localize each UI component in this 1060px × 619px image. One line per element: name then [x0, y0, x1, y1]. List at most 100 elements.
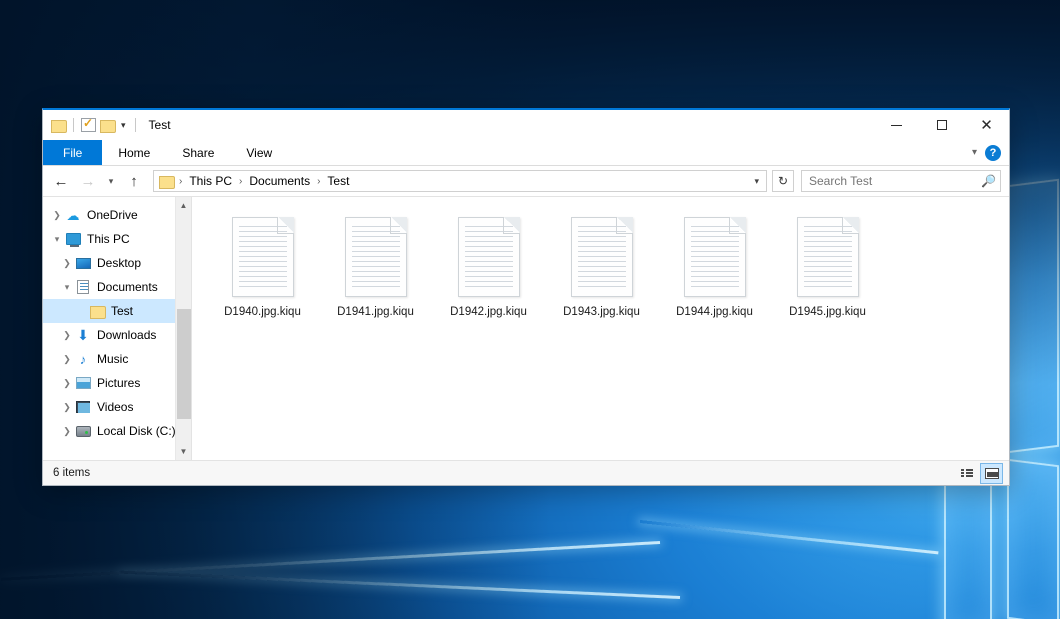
navigation-scrollbar[interactable]: ▲ ▼ — [175, 197, 191, 460]
refresh-button[interactable]: ↻ — [772, 170, 794, 192]
forward-button: → — [76, 169, 100, 193]
sidebar-item-videos[interactable]: ❯ Videos — [43, 395, 191, 419]
file-name-label: D1943.jpg.kiqu — [560, 305, 643, 319]
sidebar-item-onedrive[interactable]: ❯ ☁ OneDrive — [43, 203, 191, 227]
search-box[interactable]: 🔍 — [801, 170, 1001, 192]
sidebar-item-label: Documents — [97, 280, 158, 294]
search-icon[interactable]: 🔍 — [981, 174, 996, 188]
chevron-right-icon[interactable]: ❯ — [49, 210, 65, 221]
back-button[interactable]: ← — [49, 169, 73, 193]
chevron-right-icon[interactable]: ❯ — [59, 402, 75, 413]
item-count-label: 6 items — [53, 467, 90, 479]
file-item[interactable]: D1941.jpg.kiqu — [319, 211, 432, 329]
tab-share[interactable]: Share — [166, 140, 230, 165]
chevron-right-icon[interactable]: ❯ — [59, 330, 75, 341]
navigation-pane: ❯ ☁ OneDrive ▾ This PC ❯ Desktop — [43, 197, 191, 460]
this-pc-icon — [65, 231, 81, 247]
recent-locations-button[interactable]: ▾ — [103, 169, 119, 193]
scrollbar-track[interactable] — [176, 214, 192, 443]
help-button[interactable]: ? — [985, 145, 1001, 161]
sidebar-item-label: Videos — [97, 400, 133, 414]
file-name-label: D1945.jpg.kiqu — [786, 305, 869, 319]
chevron-right-icon[interactable]: ❯ — [59, 354, 75, 365]
maximize-button[interactable] — [919, 110, 964, 140]
tab-home[interactable]: Home — [102, 140, 166, 165]
breadcrumb-item-documents[interactable]: Documents — [245, 172, 314, 190]
sidebar-item-this-pc[interactable]: ▾ This PC — [43, 227, 191, 251]
chevron-right-icon[interactable]: ❯ — [59, 258, 75, 269]
quick-access-toolbar: ▾ — [43, 118, 139, 132]
chevron-right-icon[interactable]: ❯ — [59, 378, 75, 389]
explorer-body: ❯ ☁ OneDrive ▾ This PC ❯ Desktop — [43, 196, 1009, 460]
close-icon: ✕ — [980, 118, 993, 133]
close-button[interactable]: ✕ — [964, 110, 1009, 140]
details-view-button[interactable] — [955, 463, 978, 484]
file-explorer-window: ▾ Test ✕ File Home Share View ▾ ? ← → — [42, 108, 1010, 486]
sidebar-item-downloads[interactable]: ❯ ⬇ Downloads — [43, 323, 191, 347]
file-item[interactable]: D1945.jpg.kiqu — [771, 211, 884, 329]
chevron-down-icon[interactable]: ▾ — [751, 176, 762, 187]
maximize-icon — [937, 120, 947, 130]
generic-file-icon — [797, 217, 859, 297]
sidebar-item-label: Music — [97, 352, 128, 366]
sidebar-item-desktop[interactable]: ❯ Desktop — [43, 251, 191, 275]
sidebar-item-test[interactable]: Test — [43, 299, 191, 323]
search-input[interactable] — [809, 174, 981, 188]
scrollbar-thumb[interactable] — [177, 309, 191, 419]
pictures-icon — [75, 375, 91, 391]
sidebar-item-music[interactable]: ❯ ♪ Music — [43, 347, 191, 371]
address-bar: ← → ▾ ↑ › This PC › Documents › Test ▾ ↻… — [43, 166, 1009, 196]
large-icons-view-icon — [985, 468, 999, 479]
chevron-down-icon[interactable]: ▾ — [59, 282, 75, 293]
sidebar-item-label: Test — [111, 304, 133, 318]
minimize-button[interactable] — [874, 110, 919, 140]
sidebar-item-local-disk-c[interactable]: ❯ Local Disk (C:) — [43, 419, 191, 443]
properties-icon[interactable] — [81, 118, 96, 132]
breadcrumb-item-test[interactable]: Test — [323, 172, 353, 190]
file-icon-wrap — [795, 215, 861, 299]
file-item[interactable]: D1942.jpg.kiqu — [432, 211, 545, 329]
file-icon-wrap — [569, 215, 635, 299]
breadcrumb-item-this-pc[interactable]: This PC — [185, 172, 236, 190]
large-icons-view-button[interactable] — [980, 463, 1003, 484]
chevron-down-icon[interactable]: ▾ — [49, 234, 65, 245]
generic-file-icon — [345, 217, 407, 297]
file-item[interactable]: D1940.jpg.kiqu — [206, 211, 319, 329]
desktop-icon — [75, 255, 91, 271]
sidebar-item-pictures[interactable]: ❯ Pictures — [43, 371, 191, 395]
sidebar-item-label: Downloads — [97, 328, 156, 342]
file-icon-wrap — [456, 215, 522, 299]
up-button[interactable]: ↑ — [122, 169, 146, 193]
generic-file-icon — [571, 217, 633, 297]
chevron-down-icon[interactable]: ▾ — [119, 121, 128, 130]
file-icon-wrap — [682, 215, 748, 299]
onedrive-icon: ☁ — [65, 207, 81, 223]
ribbon-right-controls: ▾ ? — [972, 140, 1009, 165]
title-bar: ▾ Test ✕ — [43, 110, 1009, 140]
folder-icon[interactable] — [51, 119, 66, 131]
sidebar-item-label: Pictures — [97, 376, 140, 390]
file-item[interactable]: D1944.jpg.kiqu — [658, 211, 771, 329]
file-name-label: D1942.jpg.kiqu — [447, 305, 530, 319]
tab-file[interactable]: File — [43, 140, 102, 165]
file-item[interactable]: D1943.jpg.kiqu — [545, 211, 658, 329]
new-folder-icon[interactable] — [100, 119, 115, 131]
minimize-icon — [891, 125, 902, 126]
chevron-down-icon[interactable]: ▾ — [972, 147, 977, 158]
divider — [135, 118, 136, 132]
scroll-up-button[interactable]: ▲ — [176, 197, 192, 214]
sidebar-item-documents[interactable]: ▾ Documents — [43, 275, 191, 299]
file-icon-wrap — [343, 215, 409, 299]
file-grid: D1940.jpg.kiqu D1941.jpg.kiqu — [206, 211, 1009, 329]
file-list-area[interactable]: D1940.jpg.kiqu D1941.jpg.kiqu — [191, 197, 1009, 460]
file-name-label: D1941.jpg.kiqu — [334, 305, 417, 319]
divider — [73, 118, 74, 132]
generic-file-icon — [684, 217, 746, 297]
view-buttons — [955, 463, 1003, 484]
breadcrumb[interactable]: › This PC › Documents › Test ▾ — [153, 170, 767, 192]
breadcrumb-separator: › — [177, 176, 184, 187]
chevron-right-icon[interactable]: ❯ — [59, 426, 75, 437]
videos-icon — [75, 399, 91, 415]
tab-view[interactable]: View — [230, 140, 288, 165]
scroll-down-button[interactable]: ▼ — [176, 443, 192, 460]
